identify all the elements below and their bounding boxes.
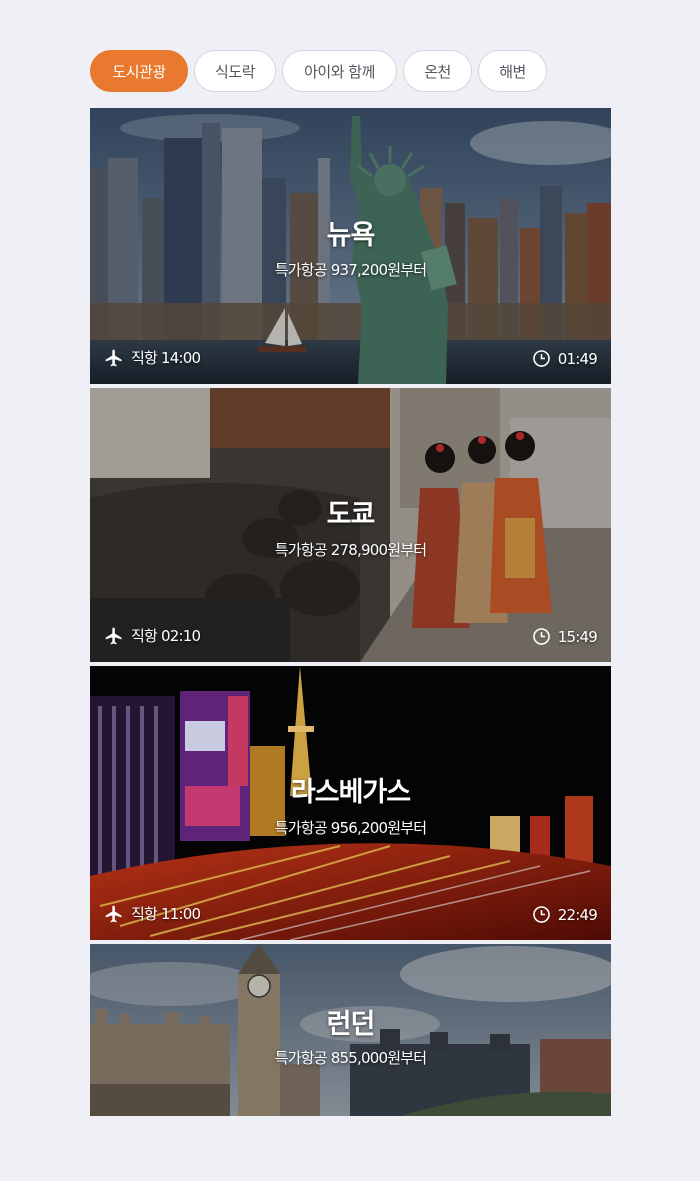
city-name: 도쿄: [326, 499, 376, 530]
flight-info: 직항 11:00: [104, 903, 201, 924]
destination-card-lasvegas[interactable]: 라스베가스 특가항공 956,200원부터 직항 11:00 22:49: [90, 666, 611, 940]
flight-info: 직항 14:00: [104, 347, 201, 368]
airplane-icon: [105, 627, 122, 644]
flight-info: 직항 02:10: [104, 625, 201, 646]
tab-beach[interactable]: 해변: [478, 50, 547, 92]
airplane-icon: [105, 349, 122, 366]
duration-time: 01:49: [557, 349, 598, 368]
duration-time: 22:49: [557, 905, 598, 924]
destination-card-newyork[interactable]: 뉴욕 특가항공 937,200원부터 직항 14:00 01:49: [90, 108, 611, 384]
duration-info: 01:49: [532, 349, 598, 368]
city-name: 뉴욕: [326, 220, 376, 251]
duration-info: 22:49: [532, 905, 598, 924]
airplane-icon: [105, 905, 122, 922]
flight-time: 14:00: [160, 348, 201, 367]
flight-label: 직항: [131, 349, 158, 367]
flight-label: 직항: [131, 627, 158, 645]
clock-icon: [532, 628, 550, 645]
tab-food[interactable]: 식도락: [194, 50, 276, 92]
price-text: 특가항공 937,200원부터: [274, 261, 427, 279]
price-text: 특가항공 855,000원부터: [274, 1049, 427, 1067]
flight-time: 11:00: [160, 904, 201, 923]
flight-label: 직항: [131, 905, 158, 923]
duration-time: 15:49: [557, 627, 598, 646]
city-name: 런던: [326, 1009, 376, 1040]
tab-hot-spring[interactable]: 온천: [403, 50, 472, 92]
destination-card-tokyo[interactable]: 도쿄 특가항공 278,900원부터 직항 02:10 15:49: [90, 388, 611, 662]
tab-city-tour[interactable]: 도시관광: [90, 50, 188, 92]
flight-time: 02:10: [160, 626, 201, 645]
duration-info: 15:49: [532, 627, 598, 646]
price-text: 특가항공 278,900원부터: [274, 541, 427, 559]
tab-with-kids[interactable]: 아이와 함께: [282, 50, 397, 92]
price-text: 특가항공 956,200원부터: [274, 819, 427, 837]
clock-icon: [532, 350, 550, 367]
destination-card-london[interactable]: 런던 특가항공 855,000원부터: [90, 944, 611, 1116]
city-name: 라스베가스: [290, 777, 411, 808]
clock-icon: [532, 906, 550, 923]
